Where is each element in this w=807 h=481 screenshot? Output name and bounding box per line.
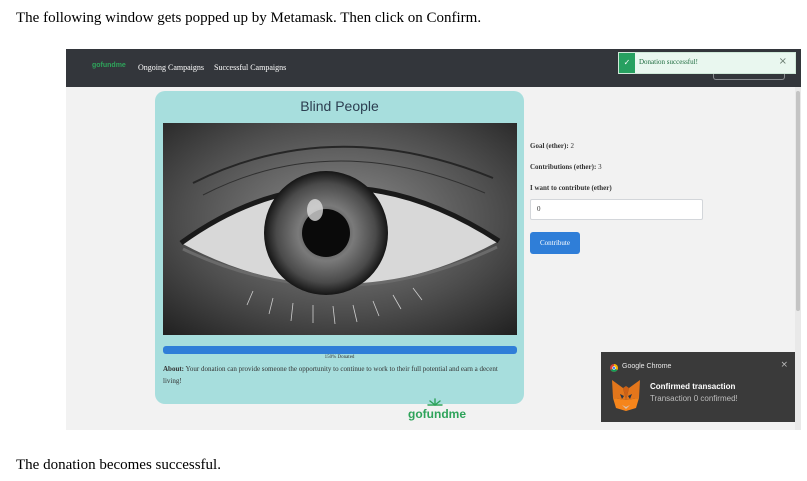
contributions-info: Contributions (ether): 3 [530, 163, 602, 171]
success-toast: ✓ Donation successful! × [618, 52, 796, 74]
page-scrollbar[interactable] [795, 87, 801, 430]
progress-label: 150% Donated [324, 355, 355, 360]
toast-message: Donation successful! [639, 58, 698, 66]
goal-value: 2 [570, 142, 574, 150]
contribute-prompt-label: I want to contribute (ether) [530, 184, 612, 192]
navbar-logo[interactable]: gofundme [92, 62, 126, 69]
campaign-about: About: Your donation can provide someone… [163, 363, 517, 387]
goal-info: Goal (ether): 2 [530, 142, 574, 150]
footer-logo-text: gofundme [408, 407, 466, 421]
toast-close-icon[interactable]: × [779, 56, 787, 67]
campaign-card: Blind People 150% Donated About: Your do… [155, 91, 524, 404]
notification-close-icon[interactable]: × [780, 360, 788, 370]
about-label: About: [163, 365, 185, 373]
outro-text: The donation becomes successful. [16, 457, 221, 473]
chrome-notification[interactable]: Google Chrome × Confirmed transaction Tr… [601, 352, 799, 422]
contribute-prompt: I want to contribute (ether) [530, 184, 612, 192]
intro-text: The following window gets popped up by M… [16, 10, 482, 26]
about-text: Your donation can provide someone the op… [163, 365, 498, 385]
app-screenshot: gofundme Ongoing Campaigns Successful Ca… [66, 49, 801, 430]
contribute-button[interactable]: Contribute [530, 232, 580, 254]
notification-app-name: Google Chrome [622, 363, 672, 370]
nav-link-ongoing-campaigns[interactable]: Ongoing Campaigns [138, 63, 204, 72]
metamask-fox-icon [612, 380, 640, 411]
contributions-value: 3 [598, 163, 602, 171]
notification-title: Confirmed transaction [650, 382, 736, 391]
check-icon: ✓ [619, 53, 635, 73]
notification-body: Transaction 0 confirmed! [650, 394, 738, 403]
goal-label: Goal (ether): [530, 142, 569, 150]
chrome-icon [610, 364, 618, 372]
campaign-title: Blind People [300, 98, 379, 114]
campaign-image [163, 123, 517, 335]
donation-progress-bar [163, 346, 517, 354]
scrollbar-thumb[interactable] [796, 91, 800, 311]
contribution-amount-input[interactable]: 0 [530, 199, 703, 220]
footer-logo: gofundme [408, 398, 466, 423]
contributions-label: Contributions (ether): [530, 163, 597, 171]
nav-link-successful-campaigns[interactable]: Successful Campaigns [214, 63, 286, 72]
sunburst-icon [427, 398, 443, 406]
